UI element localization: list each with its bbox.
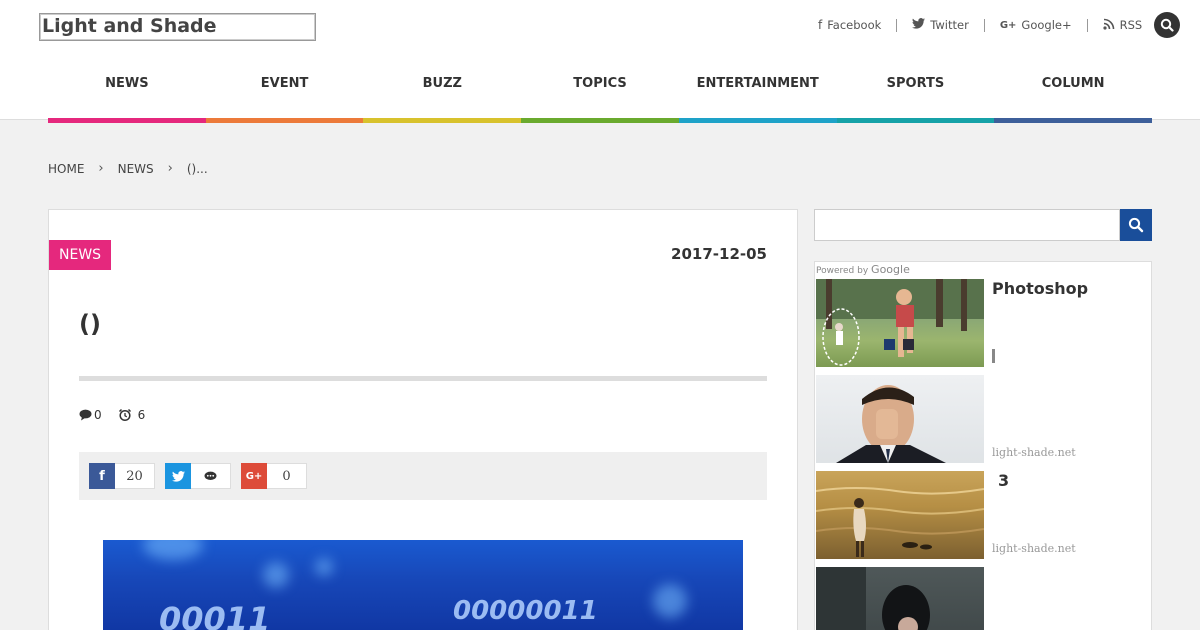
nav-color-bar <box>836 118 995 123</box>
facebook-share-count: 20 <box>115 463 155 489</box>
nav-color-bar <box>363 118 522 123</box>
google-plus-icon: G+ <box>241 463 267 489</box>
social-google-plus-label: Google+ <box>1021 18 1072 32</box>
article-card: NEWS 2017-12-05 () 0 6 f 20 G+ 0 00011 0… <box>48 209 798 630</box>
nav-column[interactable]: COLUMN <box>994 66 1153 123</box>
google-plus-share-count: 0 <box>267 463 307 489</box>
ad-thumbnail[interactable] <box>816 567 984 630</box>
comment-count[interactable]: 0 <box>79 408 102 422</box>
chevron-right-icon: › <box>167 161 173 176</box>
sidebar-ad-widget: Powered by Google Photoshop light-shade.… <box>814 261 1152 630</box>
ad-title[interactable]: 3 <box>998 471 1009 490</box>
ad-thumbnail[interactable] <box>816 279 984 367</box>
binary-digits-right: 00000011 <box>453 596 598 626</box>
twitter-comment-count <box>191 463 231 489</box>
speech-bubble-icon <box>204 471 217 480</box>
social-google-plus[interactable]: G+ Google+ <box>1000 18 1072 32</box>
ad-text-placeholder <box>992 349 995 363</box>
social-rss[interactable]: RSS <box>1103 18 1143 33</box>
ad-thumbnail[interactable] <box>816 471 984 559</box>
social-twitter[interactable]: Twitter <box>912 18 969 32</box>
nav-color-bar <box>994 118 1153 123</box>
divider <box>896 18 898 32</box>
view-count: 6 <box>118 408 146 422</box>
breadcrumb-home[interactable]: HOME <box>48 162 84 176</box>
light-spot <box>653 584 687 618</box>
sidebar-search-input[interactable] <box>814 209 1120 241</box>
nav-buzz[interactable]: BUZZ <box>363 66 522 123</box>
nav-label: BUZZ <box>422 76 462 91</box>
breadcrumb-category[interactable]: NEWS <box>118 162 154 176</box>
chevron-right-icon: › <box>98 161 104 176</box>
nav-topics[interactable]: TOPICS <box>521 66 679 123</box>
site-header: Light and Shade f Facebook Twitter G+ Go… <box>0 0 1200 123</box>
divider <box>1086 18 1088 32</box>
twitter-icon <box>912 18 926 32</box>
share-bar: f 20 G+ 0 <box>79 452 767 500</box>
article-meta: 0 6 <box>79 408 161 422</box>
nav-event[interactable]: EVENT <box>205 66 364 123</box>
running-child-photo <box>816 279 984 366</box>
social-twitter-label: Twitter <box>930 18 969 32</box>
search-icon <box>1128 217 1144 233</box>
stressed-businessman-photo <box>836 385 946 463</box>
binary-digits-left: 00011 <box>159 600 271 630</box>
nav-label: NEWS <box>105 76 149 91</box>
nav-label: ENTERTAINMENT <box>696 76 819 91</box>
nav-entertainment[interactable]: ENTERTAINMENT <box>678 66 837 123</box>
nav-color-bar <box>205 118 364 123</box>
article-date: 2017-12-05 <box>671 245 767 263</box>
ad-url: light-shade.net <box>992 446 1076 459</box>
search-icon <box>1160 18 1174 32</box>
nav-label: TOPICS <box>573 76 627 91</box>
ad-url: light-shade.net <box>992 542 1076 555</box>
nav-label: SPORTS <box>886 76 945 91</box>
nav-color-bar <box>678 118 837 123</box>
sad-woman-photo <box>816 567 930 630</box>
comment-icon <box>79 409 92 421</box>
facebook-icon: f <box>89 463 115 489</box>
social-facebook[interactable]: f Facebook <box>818 18 881 32</box>
breadcrumb-current: ()... <box>186 161 208 176</box>
pregnant-woman-shore-photo <box>816 487 984 557</box>
ad-thumbnail[interactable] <box>816 375 984 463</box>
nav-sports[interactable]: SPORTS <box>836 66 995 123</box>
nav-color-bar <box>48 118 206 123</box>
site-logo[interactable]: Light and Shade <box>39 13 316 41</box>
social-links: f Facebook Twitter G+ Google+ RSS <box>818 12 1200 38</box>
sidebar-search-button[interactable] <box>1120 209 1152 241</box>
nav-label: EVENT <box>260 76 309 91</box>
header-search-button[interactable] <box>1154 12 1180 38</box>
category-badge[interactable]: NEWS <box>49 240 112 270</box>
nav-label: COLUMN <box>1041 76 1105 91</box>
powered-by-google: Powered by Google <box>816 263 910 276</box>
ad-title[interactable]: Photoshop <box>992 279 1088 298</box>
light-spot <box>143 540 203 560</box>
breadcrumb: HOME › NEWS › ()... <box>48 161 208 176</box>
main-nav: NEWS EVENT BUZZ TOPICS ENTERTAINMENT SPO… <box>48 66 1153 123</box>
light-spot <box>315 558 333 576</box>
view-count-value: 6 <box>137 408 146 422</box>
facebook-icon: f <box>818 18 823 32</box>
twitter-share-button[interactable] <box>165 463 231 489</box>
article-hero-image: 00011 00000011 <box>103 540 743 630</box>
facebook-share-button[interactable]: f 20 <box>89 463 155 489</box>
alarm-clock-icon <box>118 408 131 422</box>
comment-count-value: 0 <box>94 408 102 422</box>
powered-by-label: Powered by <box>816 266 869 276</box>
google-logo: Google <box>871 263 910 276</box>
rss-icon <box>1103 18 1115 33</box>
social-facebook-label: Facebook <box>827 18 882 32</box>
title-divider <box>79 376 767 381</box>
nav-color-bar <box>521 118 679 123</box>
article-title: () <box>79 310 101 338</box>
google-plus-icon: G+ <box>999 19 1017 31</box>
nav-news[interactable]: NEWS <box>48 66 206 123</box>
social-rss-label: RSS <box>1119 18 1143 32</box>
light-spot <box>263 562 289 588</box>
google-plus-share-button[interactable]: G+ 0 <box>241 463 307 489</box>
twitter-icon <box>165 463 191 489</box>
divider <box>983 18 985 32</box>
